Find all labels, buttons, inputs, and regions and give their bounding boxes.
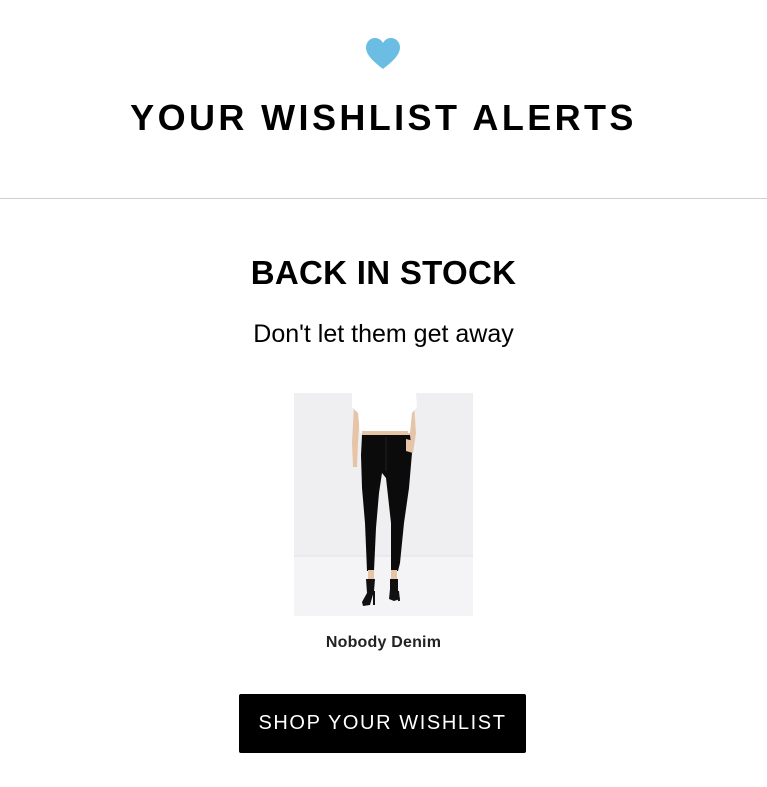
email-header: YOUR WISHLIST ALERTS: [0, 0, 767, 198]
back-in-stock-heading: BACK IN STOCK: [250, 254, 517, 291]
header-divider: [0, 198, 767, 199]
shop-wishlist-button[interactable]: SHOP YOUR WISHLIST: [239, 694, 526, 753]
product-name[interactable]: Nobody Denim: [0, 632, 767, 654]
alert-subheading: Don't let them get away: [253, 320, 514, 348]
page-title: YOUR WISHLIST ALERTS: [130, 97, 637, 138]
product-image[interactable]: [294, 393, 473, 616]
heart-icon: [366, 38, 400, 72]
